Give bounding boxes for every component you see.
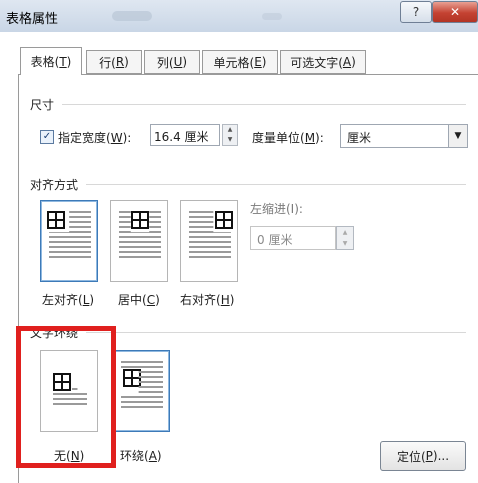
tab-row[interactable]: 行(R) — [86, 50, 142, 74]
section-divider — [86, 184, 466, 185]
wrap-around-option[interactable] — [112, 350, 170, 432]
width-input[interactable]: 16.4 厘米 — [150, 124, 220, 146]
table-grid-icon — [47, 211, 65, 229]
tab-alt-text[interactable]: 可选文字(A) — [280, 50, 366, 74]
align-left-label: 左对齐(L) — [42, 293, 95, 307]
blurred-title-region — [112, 11, 152, 21]
align-right-label: 右对齐(H) — [180, 293, 235, 307]
tab-cell[interactable]: 单元格(E) — [202, 50, 278, 74]
dialog-title: 表格属性 — [6, 12, 59, 27]
align-center-option[interactable] — [110, 200, 168, 282]
width-spinner[interactable]: ▲ ▼ — [222, 124, 238, 146]
spin-down-icon[interactable]: ▼ — [223, 135, 237, 145]
tab-table[interactable]: 表格(T) — [20, 47, 82, 75]
section-alignment-header: 对齐方式 — [30, 178, 79, 192]
table-grid-icon — [215, 211, 233, 229]
spin-up-icon[interactable]: ▲ — [223, 125, 237, 135]
tab-column[interactable]: 列(U) — [144, 50, 200, 74]
measure-unit-select[interactable]: 厘米 ▼ — [340, 124, 468, 148]
left-indent-spinner[interactable]: ▲ ▼ — [336, 226, 354, 250]
measure-unit-value: 厘米 — [347, 131, 372, 145]
check-icon: ✓ — [42, 131, 52, 142]
specify-width-checkbox[interactable]: ✓ — [40, 130, 54, 144]
blurred-title-region — [262, 13, 282, 20]
close-button[interactable]: ✕ — [432, 1, 478, 23]
help-button[interactable]: ? — [400, 1, 432, 23]
align-left-option[interactable] — [40, 200, 98, 282]
spin-down-icon[interactable]: ▼ — [337, 239, 353, 249]
align-right-option[interactable] — [180, 200, 238, 282]
align-center-label: 居中(C) — [118, 293, 160, 307]
section-size-header: 尺寸 — [30, 98, 55, 112]
section-divider — [62, 104, 466, 105]
table-grid-icon — [123, 369, 141, 387]
spin-up-icon[interactable]: ▲ — [337, 228, 353, 238]
table-grid-icon — [131, 211, 149, 229]
position-button[interactable]: 定位(P)... — [380, 441, 466, 471]
specify-width-label: 指定宽度(W): — [58, 131, 132, 145]
wrap-around-label: 环绕(A) — [120, 449, 162, 463]
measure-unit-label: 度量单位(M): — [252, 131, 324, 145]
left-indent-label: 左缩进(I): — [250, 202, 303, 216]
close-icon: ✕ — [449, 5, 461, 19]
section-divider — [86, 332, 466, 333]
left-indent-input[interactable]: 0 厘米 — [250, 226, 336, 250]
highlight-annotation-box — [16, 326, 116, 468]
dropdown-arrow-icon[interactable]: ▼ — [448, 125, 467, 147]
help-icon: ? — [412, 5, 420, 19]
